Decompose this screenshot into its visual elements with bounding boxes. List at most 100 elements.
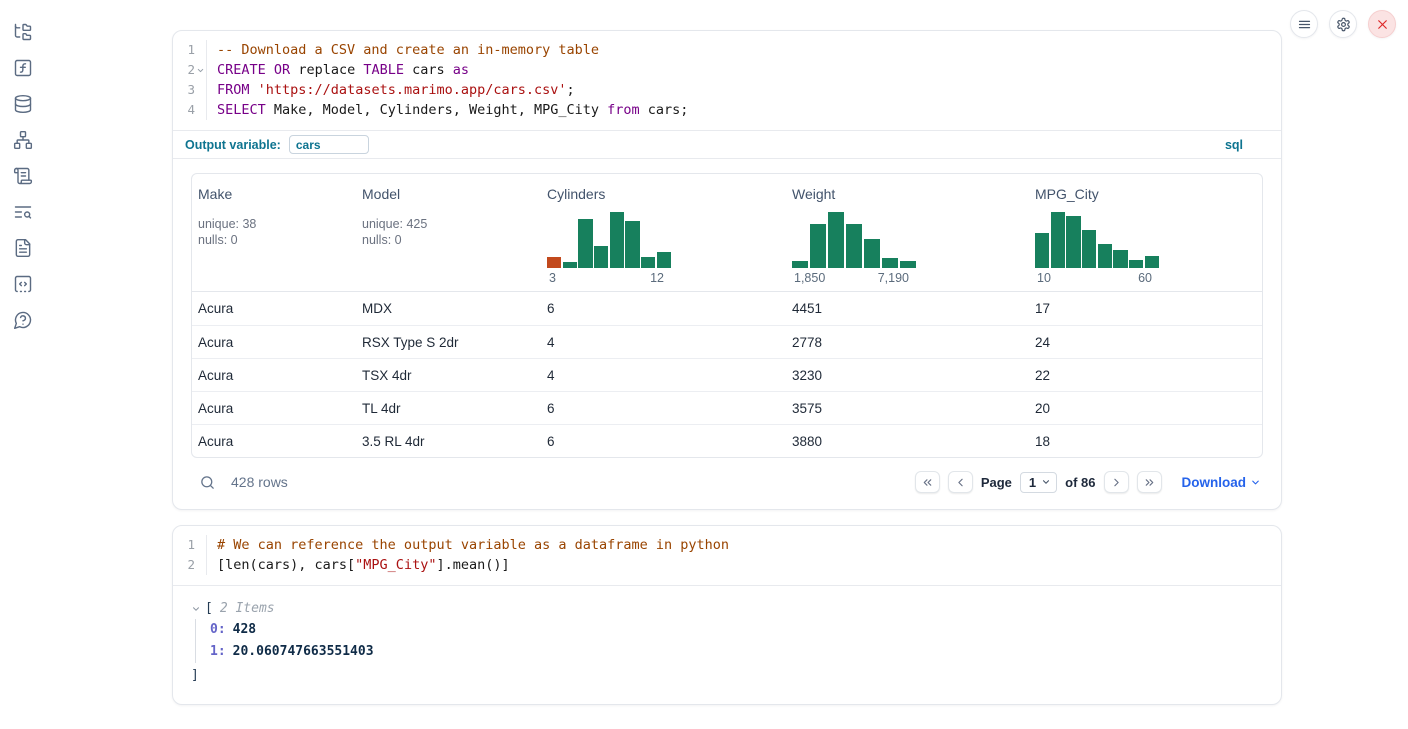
sidebar-item-data-sources[interactable]	[13, 94, 33, 114]
histogram-bar[interactable]	[1145, 256, 1159, 268]
sidebar-item-help[interactable]	[13, 310, 33, 330]
histogram-bar[interactable]	[900, 261, 916, 268]
sidebar	[0, 0, 46, 330]
output-variable-row: Output variable: sql	[173, 130, 1281, 159]
histogram-axis-label: 1,850	[794, 271, 825, 285]
histogram-bar[interactable]	[1098, 244, 1112, 268]
table-cell: 2778	[786, 335, 1029, 350]
table-row[interactable]: AcuraRSX Type S 2dr4277824	[192, 325, 1262, 358]
sidebar-item-documentation[interactable]	[13, 238, 33, 258]
sidebar-item-snippets[interactable]	[13, 274, 33, 294]
histogram-bar[interactable]	[792, 261, 808, 268]
histogram-bar[interactable]	[1113, 250, 1127, 268]
code-line: 2 [len(cars), cars["MPG_City"].mean()]	[173, 555, 1281, 575]
chevrons-right-icon	[1143, 476, 1156, 489]
column-name[interactable]: Weight	[792, 186, 1029, 202]
sidebar-item-logs[interactable]	[13, 166, 33, 186]
table-footer: 428 rows Page 1 of 86	[191, 458, 1263, 509]
histogram-bar[interactable]	[810, 224, 826, 268]
sql-code-editor[interactable]: 1 -- Download a CSV and create an in-memo…	[173, 31, 1281, 130]
table-row[interactable]: AcuraTSX 4dr4323022	[192, 358, 1262, 391]
histogram-bar[interactable]	[641, 257, 655, 268]
snippet-code-icon	[13, 274, 33, 294]
python-code-editor[interactable]: 1# We can reference the output variable …	[173, 526, 1281, 585]
table-cell: Acura	[192, 368, 356, 383]
column-name[interactable]: MPG_City	[1035, 186, 1262, 202]
open-bracket: [	[205, 601, 213, 616]
histogram-bar[interactable]	[625, 221, 639, 268]
histogram-bar[interactable]	[563, 262, 577, 268]
histogram-axis-label: 60	[1138, 271, 1152, 285]
file-text-icon	[13, 238, 33, 258]
column-name[interactable]: Make	[198, 186, 356, 202]
column-stats: unique: 425nulls: 0	[362, 216, 541, 248]
table-cell: MDX	[356, 301, 541, 316]
histogram-bar[interactable]	[610, 212, 624, 268]
code-text: [len(cars), cars["MPG_City"].mean()]	[206, 555, 1281, 575]
first-page-button[interactable]	[915, 471, 940, 493]
histogram-bar[interactable]	[828, 212, 844, 268]
output-variable-input[interactable]	[289, 135, 369, 154]
table-cell: Acura	[192, 301, 356, 316]
histogram-bar[interactable]	[882, 258, 898, 268]
line-number: 1	[173, 40, 195, 60]
histogram-bar[interactable]	[1035, 233, 1049, 268]
histogram-bar[interactable]	[578, 219, 592, 268]
table-cell: 3.5 RL 4dr	[356, 434, 541, 449]
histogram-bar[interactable]	[1066, 216, 1080, 268]
fold-chevron-icon[interactable]	[195, 60, 206, 80]
chevron-left-icon	[954, 476, 967, 489]
histogram-bar[interactable]	[657, 252, 671, 268]
output-variable-label: Output variable:	[185, 138, 281, 152]
items-count-label: 2 Items	[220, 601, 275, 616]
next-page-button[interactable]	[1104, 471, 1129, 493]
table-row[interactable]: Acura3.5 RL 4dr6388018	[192, 424, 1262, 457]
sidebar-item-dependency-graph[interactable]	[13, 130, 33, 150]
histogram-bar[interactable]	[1051, 212, 1065, 268]
chevron-down-icon	[1041, 477, 1051, 487]
menu-button[interactable]	[1290, 10, 1318, 38]
table-row[interactable]: AcuraTL 4dr6357520	[192, 391, 1262, 424]
table-row[interactable]: AcuraMDX6445117	[192, 292, 1262, 325]
histogram-bar[interactable]	[864, 239, 880, 268]
code-text: CREATE OR replace TABLE cars as	[206, 60, 1281, 80]
page-label: Page	[981, 475, 1012, 490]
code-line: 2CREATE OR replace TABLE cars as	[173, 60, 1281, 80]
histogram-bar[interactable]	[1082, 230, 1096, 268]
table-cell: 4451	[786, 301, 1029, 316]
sidebar-item-functions[interactable]	[13, 58, 33, 78]
histogram-bar[interactable]	[547, 257, 561, 268]
table-column-header: Makeunique: 38nulls: 0	[192, 186, 356, 285]
histogram-bar[interactable]	[594, 246, 608, 268]
download-button[interactable]: Download	[1182, 475, 1262, 490]
table-cell: 22	[1029, 368, 1262, 383]
page-total-label: of 86	[1065, 475, 1095, 490]
code-text: -- Download a CSV and create an in-memor…	[206, 40, 1281, 60]
python-cell: 1# We can reference the output variable …	[172, 525, 1282, 705]
function-square-icon	[13, 58, 33, 78]
menu-icon	[1297, 17, 1312, 32]
folder-tree-icon	[13, 22, 33, 42]
sidebar-item-search[interactable]	[13, 202, 33, 222]
histogram-bar[interactable]	[846, 224, 862, 268]
settings-button[interactable]	[1329, 10, 1357, 38]
output-tree-head: [ 2 Items	[191, 601, 1281, 616]
table-cell: TSX 4dr	[356, 368, 541, 383]
table-search-button[interactable]	[199, 474, 216, 491]
last-page-button[interactable]	[1137, 471, 1162, 493]
sql-cell: 1 -- Download a CSV and create an in-memo…	[172, 30, 1282, 510]
previous-page-button[interactable]	[948, 471, 973, 493]
table-cell: 20	[1029, 401, 1262, 416]
sidebar-item-file-explorer[interactable]	[13, 22, 33, 42]
table-cell: 6	[541, 434, 786, 449]
column-name[interactable]: Cylinders	[547, 186, 786, 202]
close-button[interactable]	[1368, 10, 1396, 38]
histogram-bar[interactable]	[1129, 260, 1143, 268]
column-name[interactable]: Model	[362, 186, 541, 202]
table-cell: 4	[541, 368, 786, 383]
tree-collapse-button[interactable]	[191, 604, 205, 614]
page-select[interactable]: 1	[1020, 472, 1057, 493]
table-column-header: Model unique: 425nulls: 0	[356, 186, 541, 285]
output-list-item: 0:428	[210, 619, 1281, 641]
line-number: 2	[173, 555, 195, 575]
